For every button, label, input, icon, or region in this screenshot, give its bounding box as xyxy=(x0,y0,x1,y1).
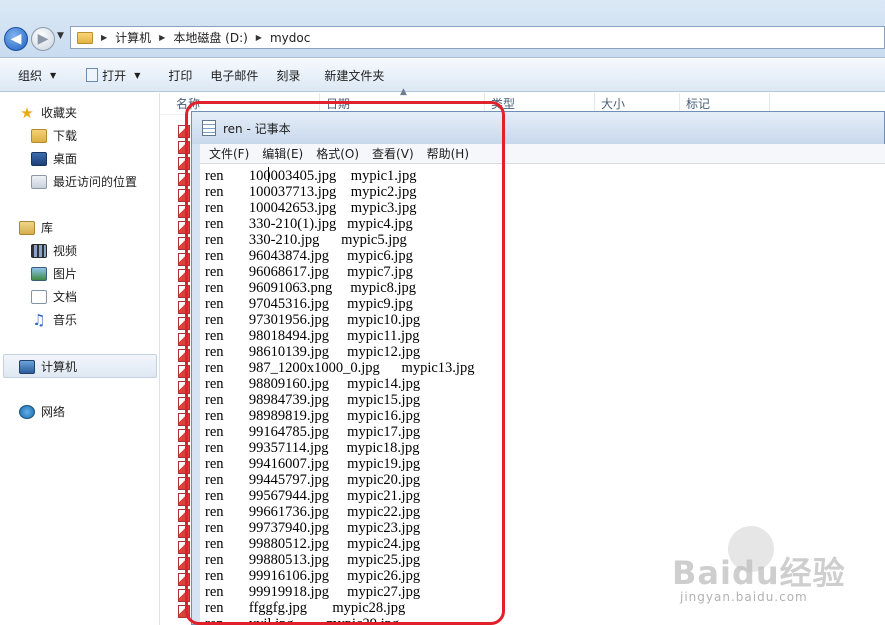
sidebar-item-videos[interactable]: 视频 xyxy=(31,242,77,259)
sidebar-item-network[interactable]: 网络 xyxy=(19,403,65,420)
sidebar-item-documents[interactable]: 文档 xyxy=(31,288,77,305)
command-toolbar: 组织 ▼ 打开 ▼ 打印 电子邮件 刻录 新建文件夹 xyxy=(0,59,885,92)
sidebar-item-music[interactable]: ♫ 音乐 xyxy=(31,311,77,328)
new-folder-label: 新建文件夹 xyxy=(324,68,385,83)
music-icon: ♫ xyxy=(32,310,46,329)
downloads-icon xyxy=(31,128,47,143)
picture-icon xyxy=(31,266,47,281)
print-button[interactable]: 打印 xyxy=(168,67,192,84)
computer-icon xyxy=(19,359,35,374)
video-icon xyxy=(31,243,47,258)
watermark-logo: Baidu经验 xyxy=(672,548,846,594)
sidebar-label: 视频 xyxy=(53,244,78,258)
breadcrumb-label: 计算机 xyxy=(115,31,152,45)
organize-menu[interactable]: 组织 ▼ xyxy=(18,67,56,84)
forward-button[interactable]: ▶ xyxy=(31,27,55,51)
back-button[interactable]: ◀ xyxy=(4,27,28,51)
watermark-url: jingyan.baidu.com xyxy=(680,590,808,604)
breadcrumb-label: mydoc xyxy=(269,30,311,45)
sidebar-item-desktop[interactable]: 桌面 xyxy=(31,150,77,167)
email-button[interactable]: 电子邮件 xyxy=(210,67,258,84)
sidebar-item-recent[interactable]: 最近访问的位置 xyxy=(31,173,137,190)
history-dropdown-icon[interactable]: ▼ xyxy=(57,31,64,41)
star-icon: ★ xyxy=(20,103,34,122)
breadcrumb-label: 本地磁盘 (D:) xyxy=(173,31,248,45)
document-icon xyxy=(31,289,47,304)
library-icon xyxy=(19,220,35,235)
sidebar-label: 音乐 xyxy=(53,313,78,327)
email-label: 电子邮件 xyxy=(210,68,259,83)
breadcrumb-computer[interactable]: ▶ 计算机 xyxy=(101,29,151,46)
navigation-pane: ★ 收藏夹 下载 桌面 最近访问的位置 库 视频 图片 文档 ♫ 音乐 计算机 网络 xyxy=(0,93,160,625)
open-icon xyxy=(86,68,99,82)
highlight-annotation xyxy=(185,101,505,625)
chevron-down-icon: ▼ xyxy=(50,70,57,80)
address-bar-area: ◀ ▶ ▼ ▶ 计算机 ▶ 本地磁盘 (D:) ▶ mydoc xyxy=(0,0,885,58)
sidebar-favorites[interactable]: ★ 收藏夹 xyxy=(19,104,77,121)
sidebar-item-downloads[interactable]: 下载 xyxy=(31,127,77,144)
sidebar-label: 下载 xyxy=(53,129,78,143)
sidebar-label: 图片 xyxy=(53,267,78,281)
open-menu[interactable]: 打开 ▼ xyxy=(86,67,140,84)
sidebar-label: 计算机 xyxy=(41,360,78,374)
sidebar-libraries[interactable]: 库 xyxy=(19,219,53,236)
desktop-icon xyxy=(31,151,47,166)
new-folder-button[interactable]: 新建文件夹 xyxy=(324,67,384,84)
recent-places-icon xyxy=(31,174,47,189)
sidebar-label: 网络 xyxy=(41,405,66,419)
address-field[interactable]: ▶ 计算机 ▶ 本地磁盘 (D:) ▶ mydoc xyxy=(70,26,885,49)
organize-label: 组织 xyxy=(18,68,43,83)
chevron-down-icon: ▼ xyxy=(134,70,141,80)
folder-icon xyxy=(77,31,93,44)
sidebar-label: 桌面 xyxy=(53,152,78,166)
burn-label: 刻录 xyxy=(276,68,301,83)
sidebar-label: 库 xyxy=(41,221,54,235)
watermark: Baidu经验 jingyan.baidu.com xyxy=(672,526,884,620)
sidebar-item-computer[interactable]: 计算机 xyxy=(19,358,77,375)
network-icon xyxy=(19,404,35,419)
breadcrumb-drive[interactable]: ▶ 本地磁盘 (D:) xyxy=(159,29,248,46)
print-label: 打印 xyxy=(168,68,193,83)
sidebar-item-pictures[interactable]: 图片 xyxy=(31,265,77,282)
breadcrumb-folder[interactable]: ▶ mydoc xyxy=(256,31,311,45)
burn-button[interactable]: 刻录 xyxy=(276,67,300,84)
watermark-logo-text: Baidu经验 xyxy=(672,554,846,592)
open-label: 打开 xyxy=(102,68,127,83)
sidebar-label: 收藏夹 xyxy=(41,106,78,120)
sidebar-label: 文档 xyxy=(53,290,78,304)
sidebar-label: 最近访问的位置 xyxy=(53,175,138,189)
